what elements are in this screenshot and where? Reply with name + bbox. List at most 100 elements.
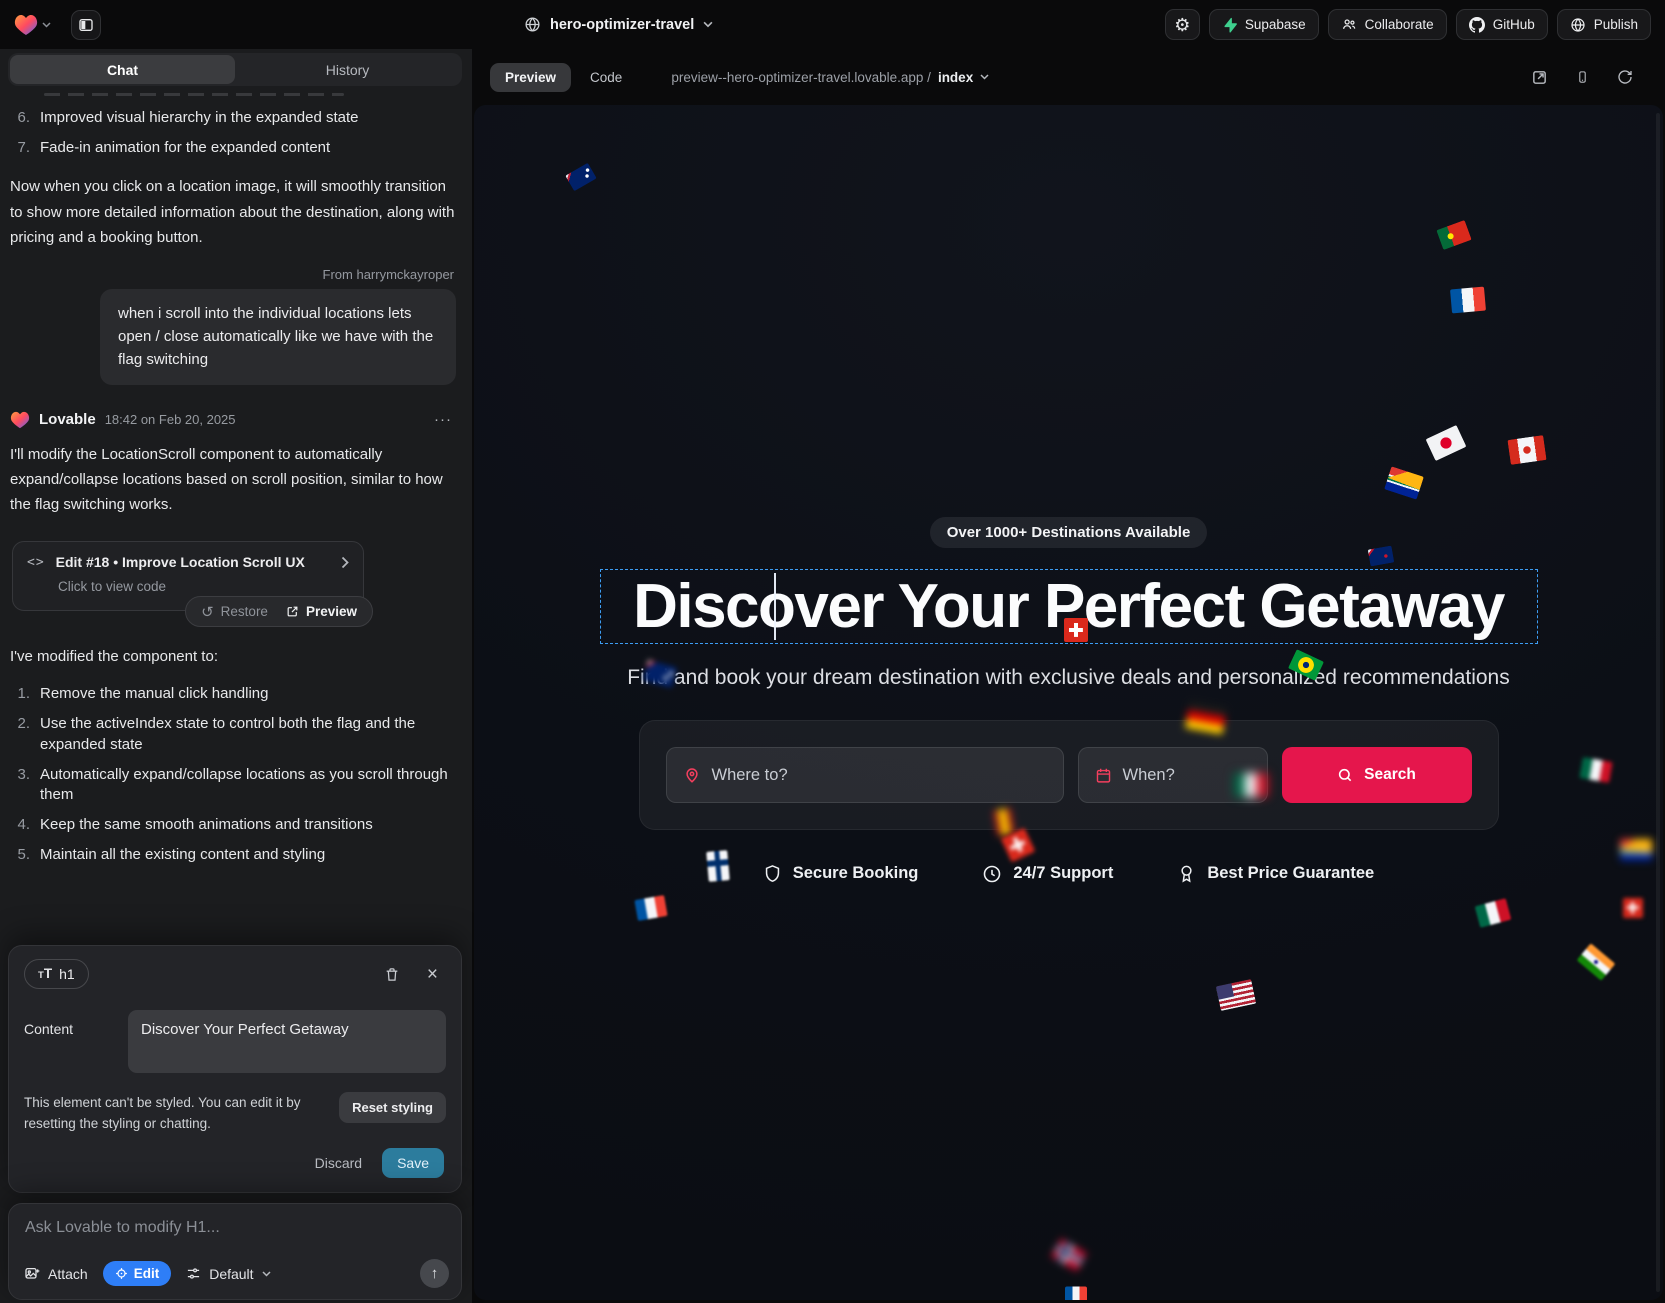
when-placeholder: When?	[1123, 766, 1175, 785]
close-icon[interactable]: ×	[427, 965, 438, 984]
chevron-down-icon	[42, 22, 51, 28]
france-flag-icon	[1065, 1287, 1087, 1301]
clock-icon	[982, 864, 1002, 884]
map-pin-icon	[683, 766, 701, 784]
restore-icon: ↺	[201, 603, 214, 621]
list-item: 1.Remove the manual click handling	[10, 684, 456, 705]
mexico-flag-icon	[1234, 773, 1268, 797]
external-link-icon	[286, 605, 299, 618]
version-actions-pill: ↺ Restore Preview	[185, 596, 373, 627]
mode-label: Default	[209, 1266, 253, 1282]
gear-icon: ⚙	[1174, 16, 1190, 34]
feature-best-price: Best Price Guarantee	[1177, 863, 1374, 884]
sidebar-tab-bar: Chat History	[8, 53, 462, 86]
chevron-down-icon	[262, 1271, 271, 1277]
edit-label: Edit	[134, 1266, 160, 1281]
project-name: hero-optimizer-travel	[550, 17, 694, 33]
sidebar-toggle-button[interactable]	[71, 10, 101, 40]
supabase-button[interactable]: Supabase	[1209, 9, 1319, 40]
reset-styling-button[interactable]: Reset styling	[339, 1092, 446, 1123]
tab-code[interactable]: Code	[586, 63, 626, 92]
search-label: Search	[1364, 766, 1416, 784]
search-icon	[1337, 767, 1353, 783]
search-button[interactable]: Search	[1282, 747, 1472, 803]
lovable-heart-icon	[14, 14, 38, 36]
edit-mode-button[interactable]: Edit	[103, 1261, 172, 1286]
chevron-down-icon	[703, 21, 713, 28]
tab-chat[interactable]: Chat	[10, 55, 235, 84]
list-item: 4.Keep the same smooth animations and tr…	[10, 815, 456, 836]
discard-button[interactable]: Discard	[315, 1155, 362, 1171]
message-timestamp: 18:42 on Feb 20, 2025	[105, 412, 236, 427]
content-textarea[interactable]: Discover Your Perfect Getaway	[128, 1010, 446, 1073]
assistant-paragraph: I'll modify the LocationScroll component…	[10, 442, 456, 518]
tab-history[interactable]: History	[235, 55, 460, 84]
assistant-name: Lovable	[39, 411, 96, 428]
clipped-message-row	[44, 93, 344, 96]
collaborate-button[interactable]: Collaborate	[1328, 9, 1447, 40]
element-editor-panel: TT h1 × Content Discover Your Perfect Ge…	[8, 945, 462, 1193]
edit-version-card[interactable]: <> Edit #18 • Improve Location Scroll UX…	[12, 541, 364, 611]
restore-button[interactable]: ↺ Restore	[201, 603, 268, 621]
shield-icon	[763, 863, 782, 884]
award-icon	[1177, 863, 1196, 884]
chevron-down-icon	[980, 74, 989, 80]
feature-secure-booking: Secure Booking	[763, 863, 919, 884]
trash-icon[interactable]	[384, 966, 400, 983]
github-button[interactable]: GitHub	[1456, 9, 1548, 40]
sliders-icon	[186, 1266, 201, 1281]
mode-selector[interactable]: Default	[186, 1266, 270, 1282]
target-icon	[115, 1267, 128, 1280]
send-button[interactable]: ↑	[420, 1259, 449, 1288]
where-to-placeholder: Where to?	[712, 766, 788, 785]
feature-support: 24/7 Support	[982, 864, 1113, 884]
code-icon: <>	[27, 555, 45, 570]
element-tag-pill[interactable]: TT h1	[24, 959, 89, 989]
settings-button[interactable]: ⚙	[1165, 9, 1200, 40]
publish-button[interactable]: Publish	[1557, 9, 1651, 40]
attach-label: Attach	[48, 1266, 88, 1282]
hero-subtitle: Find and book your dream destination wit…	[627, 666, 1510, 690]
assistant-paragraph: I've modified the component to:	[10, 644, 456, 669]
chat-message-list: 6.Improved visual hierarchy in the expan…	[0, 93, 472, 865]
attach-button[interactable]: Attach	[24, 1266, 88, 1282]
preview-version-button[interactable]: Preview	[286, 604, 357, 619]
supabase-icon	[1222, 17, 1237, 33]
typography-icon: TT	[38, 965, 52, 983]
preview-label: Preview	[306, 604, 357, 619]
tab-preview[interactable]: Preview	[490, 63, 571, 92]
url-host: preview--hero-optimizer-travel.lovable.a…	[671, 70, 931, 85]
styling-note: This element can't be styled. You can ed…	[24, 1092, 326, 1135]
collaborate-label: Collaborate	[1365, 17, 1434, 32]
project-switcher[interactable]: hero-optimizer-travel	[524, 0, 713, 49]
chevron-right-icon	[341, 556, 349, 569]
preview-viewport: Over 1000+ Destinations Available Discov…	[474, 105, 1663, 1300]
preview-url[interactable]: preview--hero-optimizer-travel.lovable.a…	[671, 70, 989, 85]
list-item: 3.Automatically expand/collapse location…	[10, 765, 456, 806]
chat-input[interactable]: Ask Lovable to modify H1...	[25, 1219, 445, 1237]
preview-scrollbar[interactable]	[1656, 113, 1660, 1292]
feature-label: Best Price Guarantee	[1207, 864, 1374, 883]
list-item: 6.Improved visual hierarchy in the expan…	[10, 108, 456, 129]
list-item: 7.Fade-in animation for the expanded con…	[10, 138, 456, 159]
content-field-label: Content	[24, 1010, 128, 1073]
south-africa-flag-icon	[1620, 839, 1652, 861]
list-item: 5.Maintain all the existing content and …	[10, 845, 456, 866]
mobile-view-icon[interactable]	[1576, 68, 1589, 86]
list-item: 2.Use the activeIndex state to control b…	[10, 714, 456, 755]
panel-left-icon	[78, 17, 94, 33]
assistant-paragraph: Now when you click on a location image, …	[10, 174, 456, 250]
text-cursor	[774, 573, 776, 640]
chat-input-panel: Ask Lovable to modify H1... Attach	[8, 1203, 462, 1300]
feature-label: 24/7 Support	[1013, 864, 1113, 883]
open-in-new-tab-icon[interactable]	[1531, 69, 1548, 86]
refresh-icon[interactable]	[1617, 69, 1633, 85]
save-button[interactable]: Save	[382, 1148, 444, 1178]
lovable-logo-menu[interactable]	[14, 14, 51, 36]
message-menu-button[interactable]: ···	[434, 411, 452, 428]
globe-icon	[524, 16, 541, 33]
publish-label: Publish	[1594, 17, 1638, 32]
chat-sidebar: Chat History 6.Improved visual hierarchy…	[0, 49, 472, 1303]
where-to-input[interactable]: Where to?	[666, 747, 1064, 803]
destinations-badge: Over 1000+ Destinations Available	[930, 517, 1208, 548]
